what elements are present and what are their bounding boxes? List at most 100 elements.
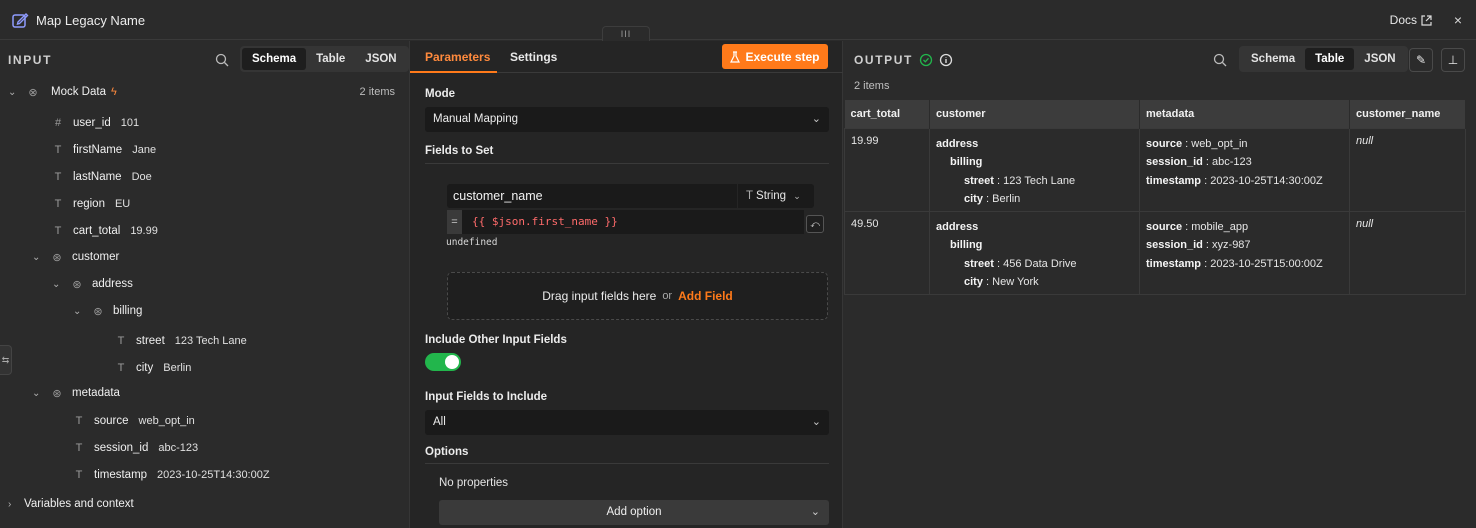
active-tab-indicator <box>410 71 497 73</box>
panel-drag-handle[interactable]: III <box>602 26 650 42</box>
external-link-icon <box>1421 14 1432 26</box>
success-check-icon <box>919 53 933 67</box>
input-view-json[interactable]: JSON <box>355 48 406 70</box>
field-drop-zone[interactable]: Drag input fields here or Add Field <box>447 272 828 320</box>
chevron-down-icon[interactable]: ⌄ <box>8 87 20 98</box>
metadata-object: source : mobile_app session_id : xyz-987… <box>1146 220 1323 270</box>
tree-field-street[interactable]: T street 123 Tech Lane <box>114 331 247 351</box>
param-tabs: Parameters Settings Execute step <box>410 41 844 73</box>
chevron-down-icon[interactable]: ⌄ <box>73 306 85 317</box>
field-value: Jane <box>132 144 157 156</box>
add-option-label: Add option <box>606 506 662 518</box>
column-header-cart-total[interactable]: cart_total <box>844 100 930 128</box>
expand-expression-icon[interactable]: ⤺ <box>806 215 824 233</box>
tree-root-label: Mock Data <box>51 86 106 98</box>
title-bar: Map Legacy Name Docs × <box>0 0 1476 40</box>
node-icon: ⊗ <box>28 86 38 99</box>
execute-step-button[interactable]: Execute step <box>722 44 828 69</box>
add-field-button[interactable]: Add Field <box>678 289 733 303</box>
tree-field-user-id[interactable]: # user_id 101 <box>51 113 139 133</box>
tree-field-region[interactable]: T region EU <box>51 194 131 214</box>
tree-field-source[interactable]: T source web_opt_in <box>72 411 195 431</box>
text-type-icon: T <box>54 144 62 156</box>
input-view-table[interactable]: Table <box>306 48 355 70</box>
chevron-down-icon[interactable]: ⌄ <box>52 279 64 290</box>
edit-icon[interactable] <box>11 11 29 29</box>
chevron-down-icon: ⌄ <box>810 506 820 518</box>
tree-field-timestamp[interactable]: T timestamp 2023-10-25T14:30:00Z <box>72 465 270 485</box>
docs-label: Docs <box>1389 13 1417 27</box>
chevron-right-icon[interactable]: › <box>8 499 20 510</box>
tree-node-customer[interactable]: ⌄ ⊛ customer <box>32 247 119 267</box>
flask-icon <box>730 50 741 63</box>
node-label: address <box>92 278 133 290</box>
tree-node-address[interactable]: ⌄ ⊛ address <box>52 274 133 294</box>
customer-object: address billing street : 123 Tech Lane c… <box>936 137 1076 206</box>
items-count: 2 items <box>359 86 395 98</box>
output-view-json[interactable]: JSON <box>1354 48 1405 70</box>
field-value: 101 <box>120 117 140 129</box>
variables-context-toggle[interactable]: › Variables and context <box>8 494 134 514</box>
add-option-button[interactable]: Add option ⌄ <box>439 500 829 525</box>
mode-select[interactable]: Manual Mapping ⌄ <box>425 107 829 132</box>
tab-settings[interactable]: Settings <box>510 50 557 64</box>
output-view-table[interactable]: Table <box>1305 48 1355 70</box>
variables-context-label: Variables and context <box>24 498 134 510</box>
text-type-icon: T <box>54 198 62 210</box>
table-header-row: cart_total customer metadata customer_na… <box>844 100 1466 128</box>
input-view-switch: Schema Table JSON <box>240 46 409 72</box>
pin-icon: ⊥ <box>1447 53 1459 67</box>
tree-node-metadata[interactable]: ⌄ ⊛ metadata <box>32 383 120 403</box>
field-key: session_id <box>94 442 149 454</box>
chevron-down-icon: ⌄ <box>811 113 821 125</box>
chevron-down-icon: ⌄ <box>793 191 801 201</box>
column-header-customer-name[interactable]: customer_name <box>1349 100 1466 128</box>
object-type-icon: ⊛ <box>52 251 62 264</box>
info-icon[interactable] <box>939 53 953 67</box>
toggle-knob <box>445 355 459 369</box>
cell-metadata: source : mobile_app session_id : xyz-987… <box>1139 210 1350 295</box>
cell-cart-total: 49.50 <box>844 210 930 295</box>
search-icon[interactable] <box>215 53 229 67</box>
search-icon[interactable] <box>1213 53 1227 67</box>
output-view-switch: Schema Table JSON <box>1239 46 1408 72</box>
node-label: customer <box>72 251 120 263</box>
expression-input[interactable]: {{ $json.first_name }} <box>462 210 804 234</box>
side-panel-tab[interactable]: ⇆ <box>0 345 12 375</box>
tree-field-cart-total[interactable]: T cart_total 19.99 <box>51 221 158 241</box>
field-name-input[interactable]: customer_name <box>447 184 737 208</box>
tree-node-billing[interactable]: ⌄ ⊛ billing <box>73 301 142 321</box>
column-header-customer[interactable]: customer <box>929 100 1140 128</box>
field-value: abc-123 <box>158 442 199 454</box>
output-table: cart_total customer metadata customer_na… <box>844 100 1466 295</box>
output-view-schema[interactable]: Schema <box>1241 48 1305 70</box>
tree-field-city[interactable]: T city Berlin <box>114 358 192 378</box>
tab-parameters[interactable]: Parameters <box>425 50 490 64</box>
field-key: user_id <box>73 117 111 129</box>
include-other-toggle[interactable] <box>425 353 461 371</box>
execute-step-label: Execute step <box>745 49 820 64</box>
text-type-icon: T <box>75 415 83 427</box>
field-type-select[interactable]: T String ⌄ <box>738 184 814 208</box>
text-type-icon: T <box>117 335 125 347</box>
tree-field-session-id[interactable]: T session_id abc-123 <box>72 438 198 458</box>
chevron-down-icon[interactable]: ⌄ <box>32 252 44 263</box>
cell-customer-name: null <box>1349 127 1466 212</box>
docs-link[interactable]: Docs <box>1390 13 1432 27</box>
expression-result: undefined <box>446 237 498 248</box>
close-button[interactable]: × <box>1454 12 1462 28</box>
column-header-metadata[interactable]: metadata <box>1139 100 1350 128</box>
tree-root-mock-data[interactable]: ⌄ ⊗ Mock Data ϟ 2 items <box>8 82 403 102</box>
input-view-schema[interactable]: Schema <box>242 48 307 70</box>
tree-field-first-name[interactable]: T firstName Jane <box>51 140 156 160</box>
pin-output-button[interactable]: ⊥ <box>1441 48 1465 72</box>
chevron-down-icon[interactable]: ⌄ <box>32 388 44 399</box>
fields-include-select[interactable]: All ⌄ <box>425 410 829 435</box>
text-type-icon: T <box>54 171 62 183</box>
field-key: city <box>136 362 154 374</box>
tree-field-last-name[interactable]: T lastName Doe <box>51 167 152 187</box>
edit-output-button[interactable]: ✎ <box>1409 48 1433 72</box>
text-type-icon: T <box>54 225 62 237</box>
output-items-count: 2 items <box>854 80 890 92</box>
cell-customer: address billing street : 456 Data Drive … <box>929 210 1140 295</box>
